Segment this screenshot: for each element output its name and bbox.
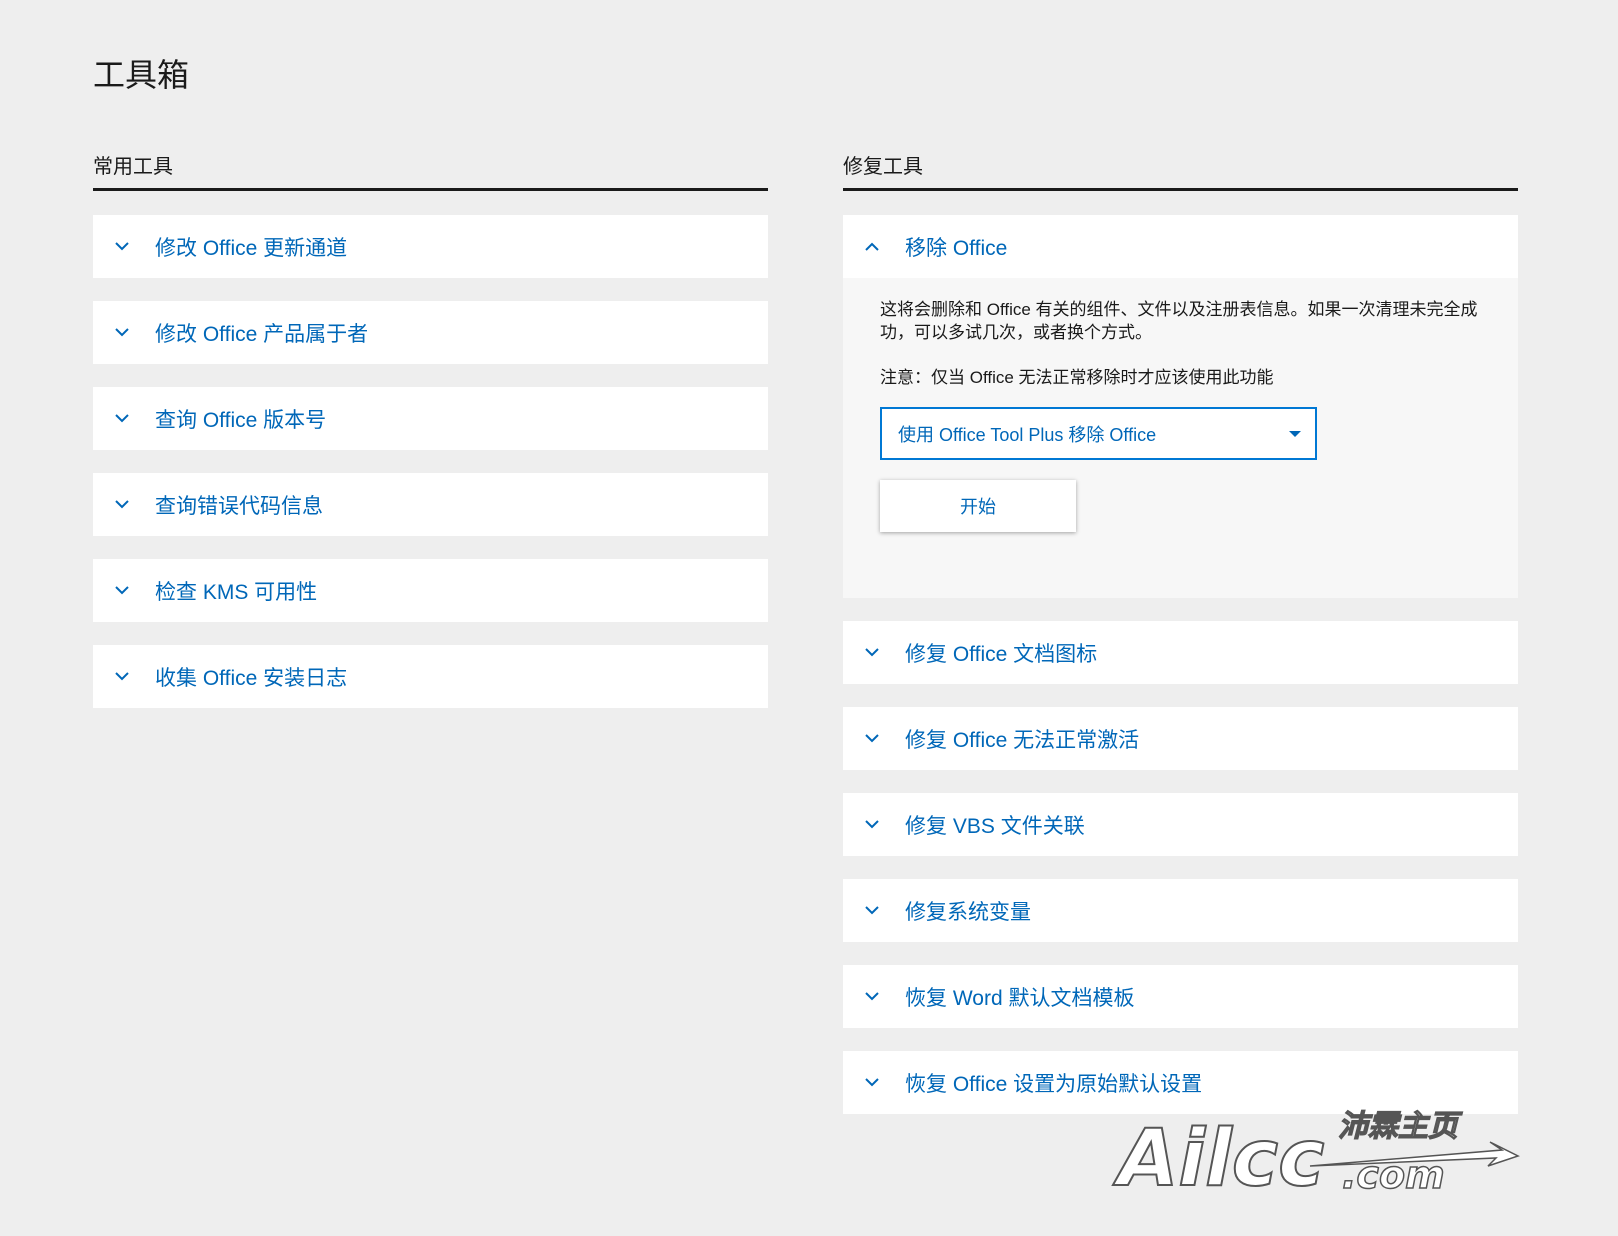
card-header[interactable]: 修改 Office 产品属于者 — [93, 301, 768, 364]
chevron-down-icon — [865, 818, 879, 832]
watermark-logo: Ailcc 沛霖主页 .com — [1111, 1108, 1520, 1200]
card-header[interactable]: 修复 Office 无法正常激活 — [843, 707, 1518, 770]
dropdown-caret-icon — [1289, 430, 1301, 437]
tool-card-fix-doc-icons[interactable]: 修复 Office 文档图标 — [843, 621, 1518, 684]
card-header[interactable]: 移除 Office — [843, 215, 1518, 278]
tool-card-kms-check[interactable]: 检查 KMS 可用性 — [93, 559, 768, 622]
card-header[interactable]: 恢复 Word 默认文档模板 — [843, 965, 1518, 1028]
tool-card-fix-activation[interactable]: 修复 Office 无法正常激活 — [843, 707, 1518, 770]
card-title: 检查 KMS 可用性 — [155, 580, 318, 604]
page-title: 工具箱 — [93, 57, 190, 93]
card-header[interactable]: 修改 Office 更新通道 — [93, 215, 768, 278]
svg-text:沛霖主页: 沛霖主页 — [1338, 1109, 1463, 1144]
repair-tools-list: 移除 Office 这将会删除和 Office 有关的组件、文件以及注册表信息。… — [843, 215, 1518, 1114]
chevron-down-icon — [115, 326, 129, 340]
card-title: 恢复 Word 默认文档模板 — [905, 986, 1135, 1010]
chevron-down-icon — [865, 904, 879, 918]
card-header[interactable]: 修复系统变量 — [843, 879, 1518, 942]
card-header[interactable]: 收集 Office 安装日志 — [93, 645, 768, 708]
card-header[interactable]: 查询 Office 版本号 — [93, 387, 768, 450]
remove-office-description: 这将会删除和 Office 有关的组件、文件以及注册表信息。如果一次清理未完全成… — [880, 300, 1478, 342]
repair-tools-section: 修复工具 移除 Office 这将会删除和 Office 有关的组件、文件以及注… — [843, 150, 1518, 1137]
tool-card-version-query[interactable]: 查询 Office 版本号 — [93, 387, 768, 450]
svg-text:Ailcc: Ailcc — [1112, 1114, 1324, 1200]
chevron-down-icon — [115, 584, 129, 598]
card-title: 恢复 Office 设置为原始默认设置 — [905, 1072, 1203, 1096]
card-title: 修改 Office 产品属于者 — [155, 322, 369, 346]
card-title: 修复 VBS 文件关联 — [905, 814, 1085, 838]
card-title: 查询错误代码信息 — [155, 494, 323, 518]
card-title: 移除 Office — [905, 236, 1008, 260]
chevron-down-icon — [115, 412, 129, 426]
card-title: 修复 Office 文档图标 — [905, 642, 1098, 666]
common-tools-header: 常用工具 — [93, 150, 768, 191]
card-header[interactable]: 检查 KMS 可用性 — [93, 559, 768, 622]
tool-card-remove-office: 移除 Office 这将会删除和 Office 有关的组件、文件以及注册表信息。… — [843, 215, 1518, 598]
chevron-up-icon — [865, 240, 879, 254]
chevron-down-icon — [865, 732, 879, 746]
card-title: 查询 Office 版本号 — [155, 408, 327, 432]
tool-card-fix-env-vars[interactable]: 修复系统变量 — [843, 879, 1518, 942]
card-header[interactable]: 查询错误代码信息 — [93, 473, 768, 536]
tool-card-error-code[interactable]: 查询错误代码信息 — [93, 473, 768, 536]
tool-card-restore-word-template[interactable]: 恢复 Word 默认文档模板 — [843, 965, 1518, 1028]
repair-tools-header: 修复工具 — [843, 150, 1518, 191]
tool-card-install-logs[interactable]: 收集 Office 安装日志 — [93, 645, 768, 708]
chevron-down-icon — [865, 646, 879, 660]
card-title: 修复系统变量 — [905, 900, 1031, 924]
chevron-down-icon — [115, 670, 129, 684]
chevron-down-icon — [115, 498, 129, 512]
removal-method-select[interactable]: 使用 Office Tool Plus 移除 Office — [880, 407, 1317, 460]
chevron-down-icon — [865, 990, 879, 1004]
card-title: 修复 Office 无法正常激活 — [905, 728, 1140, 752]
card-body: 这将会删除和 Office 有关的组件、文件以及注册表信息。如果一次清理未完全成… — [843, 278, 1518, 598]
card-header[interactable]: 修复 VBS 文件关联 — [843, 793, 1518, 856]
remove-office-note: 注意：仅当 Office 无法正常移除时才应该使用此功能 — [880, 368, 1274, 387]
start-button[interactable]: 开始 — [880, 480, 1076, 532]
tool-card-fix-vbs[interactable]: 修复 VBS 文件关联 — [843, 793, 1518, 856]
common-tools-section: 常用工具 修改 Office 更新通道 修改 Office 产品属于者 查询 O… — [93, 150, 768, 731]
card-title: 修改 Office 更新通道 — [155, 236, 348, 260]
card-title: 收集 Office 安装日志 — [155, 666, 348, 690]
chevron-down-icon — [865, 1076, 879, 1090]
tool-card-update-channel[interactable]: 修改 Office 更新通道 — [93, 215, 768, 278]
tool-card-product-owner[interactable]: 修改 Office 产品属于者 — [93, 301, 768, 364]
removal-method-value: 使用 Office Tool Plus 移除 Office — [898, 424, 1157, 445]
chevron-down-icon — [115, 240, 129, 254]
card-header[interactable]: 修复 Office 文档图标 — [843, 621, 1518, 684]
common-tools-list: 修改 Office 更新通道 修改 Office 产品属于者 查询 Office… — [93, 215, 768, 708]
